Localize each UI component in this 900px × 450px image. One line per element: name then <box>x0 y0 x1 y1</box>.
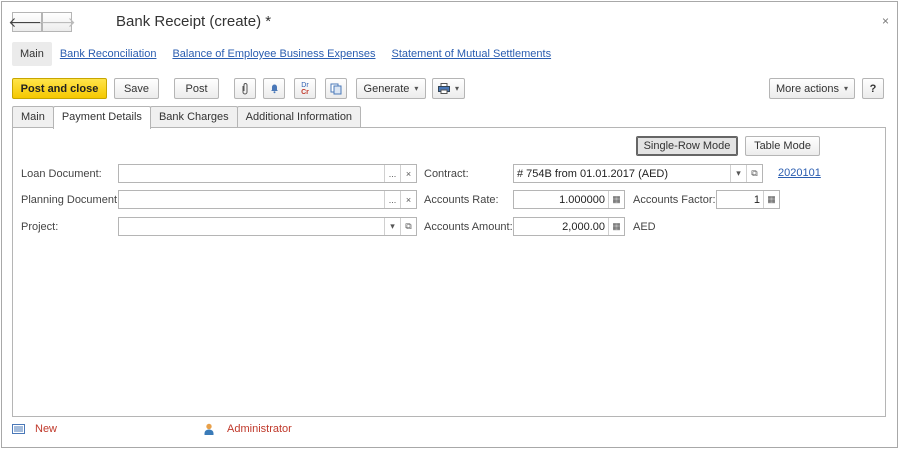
calculator-icon[interactable]: ▦ <box>608 218 624 235</box>
post-and-close-button[interactable]: Post and close <box>12 78 107 99</box>
planning-document-field[interactable]: ... × <box>118 190 417 209</box>
forward-button[interactable]: 🡒 <box>38 12 76 32</box>
tab-bank-charges[interactable]: Bank Charges <box>149 106 238 128</box>
open-icon[interactable]: ⧉ <box>400 218 416 235</box>
chevron-down-icon[interactable]: ▾ <box>730 165 746 182</box>
accounts-amount-value: 2,000.00 <box>562 220 605 233</box>
loan-document-field[interactable]: ... × <box>118 164 417 183</box>
form-tabs: Main Payment Details Bank Charges Additi… <box>12 106 362 129</box>
copy-icon <box>330 83 342 94</box>
chevron-down-icon: ▾ <box>454 84 459 93</box>
open-icon[interactable]: ⧉ <box>746 165 762 182</box>
accounts-rate-field[interactable]: 1.000000 ▦ <box>513 190 625 209</box>
section-tab-bank-reconciliation[interactable]: Bank Reconciliation <box>52 42 165 66</box>
footer-bar: New Administrator <box>12 423 292 435</box>
bell-icon <box>270 84 278 94</box>
section-tabs: Main Bank Reconciliation Balance of Empl… <box>12 42 559 66</box>
loan-document-label: Loan Document: <box>21 168 102 180</box>
attachments-button[interactable] <box>234 78 256 99</box>
document-list-icon <box>12 424 25 434</box>
post-button[interactable]: Post <box>174 78 219 99</box>
user-label: Administrator <box>227 423 292 435</box>
more-actions-label: More actions <box>776 82 839 95</box>
project-field[interactable]: ▾ ⧉ <box>118 217 417 236</box>
more-actions-button[interactable]: More actions ▾ <box>769 78 855 99</box>
payment-details-panel: Single-Row Mode Table Mode Loan Document… <box>12 127 886 417</box>
accounts-rate-value: 1.000000 <box>559 193 605 206</box>
contract-value: # 754B from 01.01.2017 (AED) <box>517 167 669 180</box>
close-icon[interactable]: × <box>882 14 889 28</box>
generate-label: Generate <box>363 82 410 95</box>
accounts-factor-field[interactable]: 1 ▦ <box>716 190 780 209</box>
page-title: Bank Receipt (create) * <box>116 13 272 30</box>
forward-arrow-icon: 🡒 <box>38 13 76 30</box>
planning-document-label: Planning Document: <box>21 194 121 206</box>
single-row-mode-button[interactable]: Single-Row Mode <box>636 136 738 156</box>
chevron-down-icon[interactable]: ▾ <box>384 218 400 235</box>
clear-icon[interactable]: × <box>400 191 416 208</box>
user-icon <box>204 423 214 435</box>
tab-payment-details[interactable]: Payment Details <box>52 106 151 129</box>
chevron-down-icon: ▾ <box>414 84 419 93</box>
accounts-amount-label: Accounts Amount: <box>424 221 513 233</box>
dr-cr-icon: Dr Cr <box>301 82 309 96</box>
user-item[interactable]: Administrator <box>204 423 292 435</box>
calculator-icon[interactable]: ▦ <box>608 191 624 208</box>
accounts-factor-label: Accounts Factor: <box>633 194 716 206</box>
section-tab-main[interactable]: Main <box>12 42 52 66</box>
contract-field[interactable]: # 754B from 01.01.2017 (AED) ▾ ⧉ <box>513 164 763 183</box>
contract-label: Contract: <box>424 168 469 180</box>
new-label: New <box>35 423 58 435</box>
section-tab-mutual-settlements[interactable]: Statement of Mutual Settlements <box>383 42 559 66</box>
tab-additional-information[interactable]: Additional Information <box>236 106 362 128</box>
structure-button[interactable] <box>325 78 347 99</box>
tab-main[interactable]: Main <box>12 106 54 128</box>
accounts-amount-field[interactable]: 2,000.00 ▦ <box>513 217 625 236</box>
accounts-amount-currency: AED <box>633 221 656 233</box>
reminder-button[interactable] <box>263 78 285 99</box>
accounts-factor-value: 1 <box>753 193 760 206</box>
new-item[interactable]: New <box>12 423 57 435</box>
clear-icon[interactable]: × <box>400 165 416 182</box>
dr-cr-button[interactable]: Dr Cr <box>294 78 316 99</box>
accounts-rate-label: Accounts Rate: <box>424 194 499 206</box>
document-window: 🡐 🡒 Bank Receipt (create) * × Main Bank … <box>1 1 898 448</box>
generate-button[interactable]: Generate ▾ <box>356 78 426 99</box>
save-button[interactable]: Save <box>114 78 159 99</box>
ellipsis-icon[interactable]: ... <box>384 191 400 208</box>
chevron-down-icon: ▾ <box>843 84 848 93</box>
ellipsis-icon[interactable]: ... <box>384 165 400 182</box>
table-mode-button[interactable]: Table Mode <box>745 136 820 156</box>
paperclip-icon <box>242 82 248 94</box>
contract-code-link[interactable]: 2020101 <box>778 167 821 179</box>
project-label: Project: <box>21 221 59 233</box>
calculator-icon[interactable]: ▦ <box>763 191 779 208</box>
print-icon <box>437 83 450 94</box>
print-button[interactable]: ▾ <box>432 78 465 99</box>
dr-label: Dr <box>301 81 309 89</box>
section-tab-employee-expenses[interactable]: Balance of Employee Business Expenses <box>164 42 383 66</box>
cr-label: Cr <box>301 88 309 96</box>
help-button[interactable]: ? <box>862 78 884 99</box>
